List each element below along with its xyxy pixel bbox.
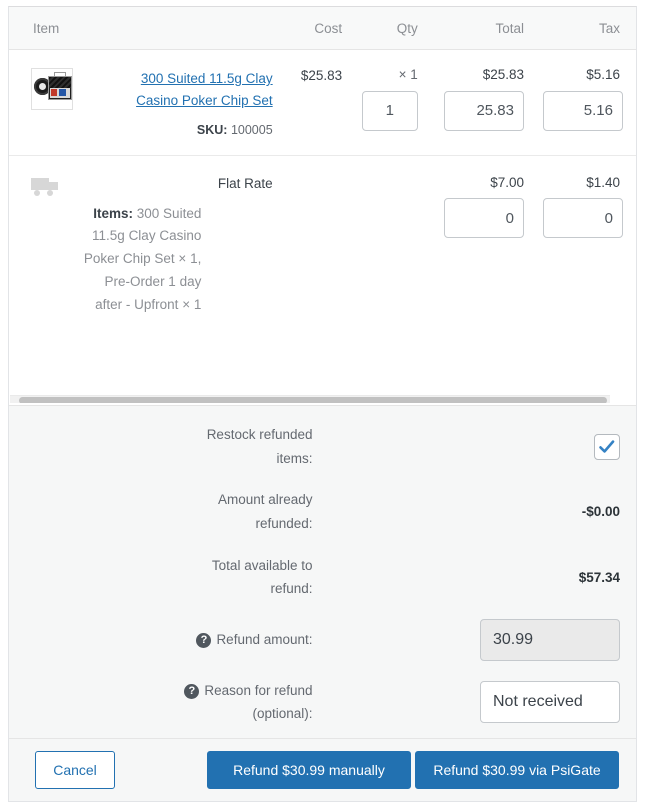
- shipping-items-label: Items:: [93, 205, 134, 221]
- refund-reason-label-cell: ? Reason for refund (optional):: [9, 678, 323, 727]
- shipping-icon-cell: [9, 155, 74, 335]
- summary-row-refund-amount: ? Refund amount:: [9, 618, 636, 662]
- refund-manually-button[interactable]: Refund $30.99 manually: [207, 751, 411, 789]
- refund-summary-table: Restock refunded items: Amount already r…: [9, 406, 636, 727]
- shipping-qty-cell: [356, 155, 436, 335]
- sku-value: 100005: [230, 122, 273, 137]
- already-refunded-label-cell: Amount already refunded:: [9, 487, 323, 536]
- refund-amount-label-cell: ? Refund amount:: [9, 618, 323, 662]
- refund-actions-footer: Cancel Refund $30.99 manually Refund $30…: [9, 738, 636, 801]
- refund-tax-input[interactable]: [543, 90, 623, 131]
- table-row: Flat Rate Items: 300 Suited 11.5g Clay C…: [9, 155, 636, 335]
- summary-row-refund-reason: ? Reason for refund (optional):: [9, 678, 636, 727]
- restock-value-cell: [323, 422, 637, 471]
- restock-label-cell: Restock refunded items:: [9, 422, 323, 471]
- poker-chip-case-thumbnail-icon: [31, 68, 73, 110]
- scrollbar-thumb[interactable]: [19, 397, 607, 403]
- product-total-display: $25.83: [482, 67, 524, 82]
- summary-row-already-refunded: Amount already refunded: -$0.00: [9, 487, 636, 536]
- total-available-label: Total available to refund:: [211, 557, 313, 597]
- refund-shipping-total-input[interactable]: [444, 198, 524, 239]
- product-qty-cell: × 1: [356, 49, 436, 156]
- column-header-cost: Cost: [282, 7, 357, 50]
- refund-reason-input[interactable]: [480, 681, 620, 724]
- refund-reason-label: Reason for refund (optional):: [204, 682, 313, 722]
- shipping-items-list: Items: 300 Suited 11.5g Clay Casino Poke…: [75, 203, 201, 318]
- refund-total-input[interactable]: [444, 90, 524, 131]
- column-header-qty: Qty: [356, 7, 436, 50]
- help-icon[interactable]: ?: [196, 632, 212, 648]
- shipping-tax-display: $1.40: [586, 174, 620, 190]
- shipping-tax-cell: $1.40: [542, 155, 636, 335]
- already-refunded-amount: -$0.00: [581, 504, 620, 520]
- help-icon[interactable]: ?: [184, 683, 200, 699]
- product-total-cell: $25.83: [435, 49, 542, 156]
- truck-icon: [31, 176, 61, 196]
- cancel-button[interactable]: Cancel: [35, 751, 115, 789]
- table-row: 300 Suited 11.5g Clay Casino Poker Chip …: [9, 49, 636, 156]
- product-cost: $25.83: [282, 49, 357, 156]
- shipping-method-name: Flat Rate: [217, 175, 273, 191]
- product-thumbnail-cell: [9, 49, 75, 156]
- product-name-cell: 300 Suited 11.5g Clay Casino Poker Chip …: [74, 49, 283, 156]
- table-header: Item Cost Qty Total Tax: [9, 7, 636, 50]
- column-header-total: Total: [435, 7, 542, 50]
- total-available-amount: $57.34: [578, 569, 620, 585]
- checkmark-icon: [599, 439, 615, 453]
- already-refunded-label: Amount already refunded:: [217, 492, 313, 531]
- refund-reason-label-wrap: ? Reason for refund (optional):: [175, 679, 313, 726]
- refund-shipping-tax-input[interactable]: [543, 198, 623, 239]
- refund-amount-label: Refund amount:: [216, 631, 313, 647]
- refund-reason-value-cell: [323, 678, 637, 727]
- product-qty-display: × 1: [398, 67, 418, 82]
- product-name-link[interactable]: 300 Suited 11.5g Clay Casino Poker Chip …: [123, 68, 273, 113]
- column-header-tax: Tax: [542, 7, 636, 50]
- refund-summary: Restock refunded items: Amount already r…: [9, 405, 636, 801]
- product-tax-cell: $5.16: [542, 49, 636, 156]
- order-items-table: Item Cost Qty Total Tax 300 Suited 11.5g…: [9, 7, 636, 335]
- product-tax-display: $5.16: [586, 67, 620, 82]
- column-header-item: Item: [9, 7, 283, 50]
- refund-panel: Item Cost Qty Total Tax 300 Suited 11.5g…: [8, 6, 637, 802]
- summary-row-restock: Restock refunded items:: [9, 422, 636, 471]
- refund-amount-value-cell: [323, 618, 637, 662]
- shipping-cost-cell: [283, 155, 357, 335]
- refund-via-gateway-button[interactable]: Refund $30.99 via PsiGate: [415, 751, 619, 789]
- summary-row-total-available: Total available to refund: $57.34: [9, 553, 636, 602]
- restock-refunded-items-checkbox[interactable]: [594, 433, 620, 460]
- horizontal-scrollbar[interactable]: [10, 395, 610, 403]
- refund-qty-input[interactable]: [361, 90, 418, 131]
- restock-label: Restock refunded items:: [206, 427, 313, 466]
- refund-amount-label-wrap: ? Refund amount:: [196, 628, 313, 652]
- shipping-total-display: $7.00: [490, 174, 524, 190]
- shipping-method-cell: Flat Rate Items: 300 Suited 11.5g Clay C…: [74, 155, 282, 335]
- product-sku: SKU: 100005: [74, 122, 273, 137]
- shipping-items-value: 300 Suited 11.5g Clay Casino Poker Chip …: [83, 205, 202, 313]
- total-available-value-cell: $57.34: [323, 553, 637, 602]
- sku-label: SKU:: [196, 122, 228, 137]
- total-available-label-cell: Total available to refund:: [9, 553, 323, 602]
- refund-amount-input[interactable]: [480, 618, 620, 661]
- shipping-total-cell: $7.00: [436, 155, 542, 335]
- order-items-region: Item Cost Qty Total Tax 300 Suited 11.5g…: [9, 7, 636, 403]
- already-refunded-value-cell: -$0.00: [323, 487, 637, 536]
